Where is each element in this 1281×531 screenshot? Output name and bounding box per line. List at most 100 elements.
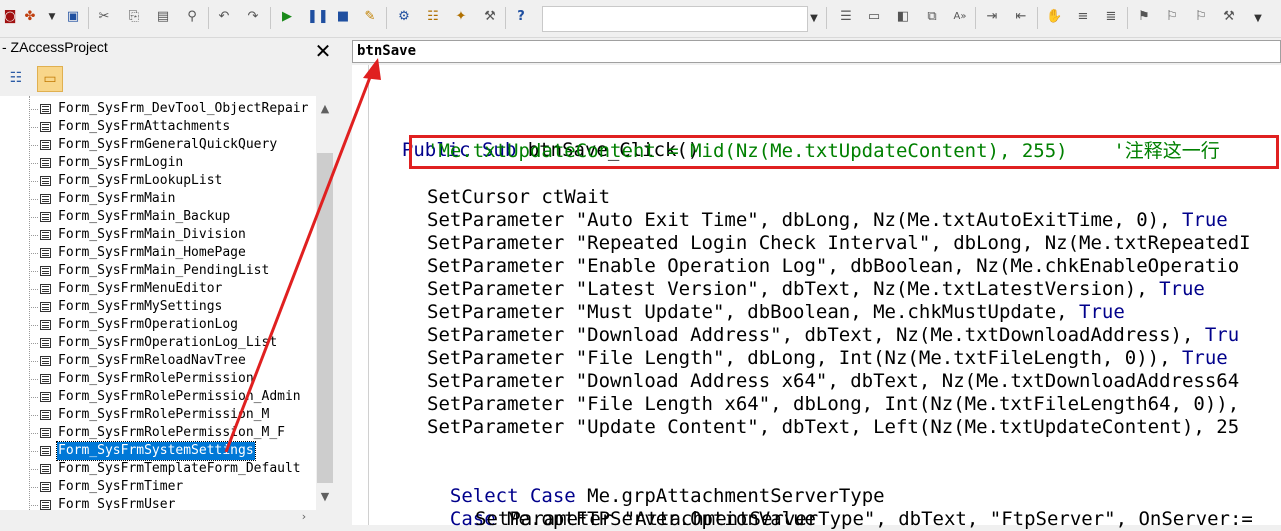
prev-bookmark-icon[interactable]: ⚐	[1193, 9, 1209, 25]
tree-item-label[interactable]: Form_SysFrmRolePermission	[57, 370, 255, 388]
help-icon[interactable]: ?	[513, 9, 529, 25]
tree-item[interactable]: Form_SysFrmMySettings	[0, 298, 316, 316]
quick-info-icon[interactable]: ◧	[895, 9, 911, 25]
tree-connector	[29, 325, 38, 326]
insert-dropdown-icon[interactable]: ▼	[44, 9, 60, 25]
tree-item-label[interactable]: Form_SysFrmOperationLog	[57, 316, 239, 334]
outdent-icon[interactable]: ⇤	[1013, 9, 1029, 25]
tree-item-label[interactable]: Form_SysFrmLogin	[57, 154, 184, 172]
reset-icon[interactable]: ■	[335, 9, 351, 25]
tree-item-label[interactable]: Form_SysFrmMain_Division	[57, 226, 247, 244]
tree-horizontal-scrollbar[interactable]	[0, 510, 316, 525]
tree-item[interactable]: Form_SysFrmOperationLog_List	[0, 334, 316, 352]
comment-block-icon[interactable]: ≡	[1075, 9, 1091, 25]
access-icon[interactable]: ◙	[2, 9, 18, 25]
bookmark-icon[interactable]: ⚑	[1136, 9, 1152, 25]
form-icon	[40, 302, 51, 312]
tree-item-label[interactable]: Form_SysFrmMain_Backup	[57, 208, 231, 226]
clear-bookmarks-icon[interactable]: ⚒	[1221, 9, 1237, 25]
tree-item[interactable]: Form_SysFrmRolePermission_M	[0, 406, 316, 424]
paste-icon[interactable]: ▤	[155, 9, 171, 25]
tree-item-label[interactable]: Form_SysFrm_DevTool_ObjectRepair	[57, 100, 309, 118]
tree-item-label[interactable]: Form_SysFrmRolePermission_M_F	[57, 424, 286, 442]
undo-icon[interactable]: ↶	[216, 9, 232, 25]
design-mode-icon[interactable]: ✎	[362, 9, 378, 25]
break-icon[interactable]: ❚❚	[307, 9, 329, 25]
tree-item-label[interactable]: Form_SysFrmOperationLog_List	[57, 334, 278, 352]
tree-item[interactable]: Form_SysFrmOperationLog	[0, 316, 316, 334]
properties-icon[interactable]: ☷	[425, 9, 441, 25]
toggle-breakpoint-icon[interactable]: ✋	[1046, 9, 1062, 25]
tree-item[interactable]: Form_SysFrmRolePermission_Admin	[0, 388, 316, 406]
panel-splitter[interactable]	[338, 38, 346, 525]
tree-item[interactable]: Form_SysFrmLookupList	[0, 172, 316, 190]
scroll-right-icon[interactable]: ›	[296, 509, 312, 525]
scroll-down-icon[interactable]: ▼	[316, 488, 334, 506]
tree-item-label[interactable]: Form_SysFrmRolePermission_M	[57, 406, 270, 424]
tree-item-label[interactable]: Form_SysFrmMySettings	[57, 298, 223, 316]
tree-item[interactable]: Form_SysFrmGeneralQuickQuery	[0, 136, 316, 154]
form-icon	[40, 392, 51, 402]
uncomment-block-icon[interactable]: ≣	[1103, 9, 1119, 25]
save-icon[interactable]: ▣	[65, 9, 81, 25]
form-icon	[40, 374, 51, 384]
toolbox-icon[interactable]: ⚒	[482, 9, 498, 25]
tree-item[interactable]: Form_SysFrmTimer	[0, 478, 316, 496]
tree-item-label[interactable]: Form_SysFrmGeneralQuickQuery	[57, 136, 278, 154]
scrollbar-thumb[interactable]	[317, 153, 333, 483]
tree-item-label[interactable]: Form_SysFrmRolePermission_Admin	[57, 388, 302, 406]
list-constants-icon[interactable]: ▭	[866, 9, 882, 25]
tree-item[interactable]: Form_SysFrmMain	[0, 190, 316, 208]
tree-item[interactable]: Form_SysFrmRolePermission_M_F	[0, 424, 316, 442]
tree-item[interactable]: Form_SysFrm_DevTool_ObjectRepair	[0, 100, 316, 118]
cut-icon[interactable]: ✂	[96, 9, 112, 25]
tree-item[interactable]: Form_SysFrmRolePermission	[0, 370, 316, 388]
tree-item[interactable]: Form_SysFrmTemplateForm_Default	[0, 460, 316, 478]
complete-word-icon[interactable]: A»	[952, 9, 968, 25]
tree-item-label[interactable]: Form_SysFrmMain_HomePage	[57, 244, 247, 262]
tree-item[interactable]: Form_SysFrmMain_Division	[0, 226, 316, 244]
tree-item[interactable]: Form_SysFrmMain_PendingList	[0, 262, 316, 280]
redo-icon[interactable]: ↷	[245, 9, 261, 25]
tree-item-label[interactable]: Form_SysFrmSystemSettings	[56, 441, 256, 461]
tree-item[interactable]: Form_SysFrmMain_HomePage	[0, 244, 316, 262]
tree-item-label[interactable]: Form_SysFrmTimer	[57, 478, 184, 496]
insert-icon[interactable]: ✤	[22, 9, 38, 25]
toggle-folders-icon[interactable]: ▭	[37, 66, 63, 92]
tree-connector	[29, 451, 38, 452]
tree-item[interactable]: Form_SysFrmSystemSettings	[0, 441, 316, 461]
tree-item-label[interactable]: Form_SysFrmMain	[57, 190, 176, 208]
tree-item[interactable]: Form_SysFrmReloadNavTree	[0, 352, 316, 370]
parameter-info-icon[interactable]: ⧉	[924, 9, 940, 25]
close-icon[interactable]: ✕	[312, 40, 334, 62]
tree-item[interactable]: Form_SysFrmMenuEditor	[0, 280, 316, 298]
list-properties-icon[interactable]: ☰	[838, 9, 854, 25]
tree-item-label[interactable]: Form_SysFrmMenuEditor	[57, 280, 223, 298]
indent-icon[interactable]: ⇥	[984, 9, 1000, 25]
chevron-down-icon[interactable]: ▼	[807, 6, 821, 32]
next-bookmark-icon[interactable]: ⚐	[1164, 9, 1180, 25]
tree-item[interactable]: Form_SysFrmMain_Backup	[0, 208, 316, 226]
project-tree[interactable]: Form_SysFrm_DevTool_ObjectRepair Form_Sys…	[0, 96, 316, 512]
form-icon	[40, 356, 51, 366]
copy-icon[interactable]: ⎘	[126, 9, 142, 25]
project-explorer-icon[interactable]: ⚙	[396, 9, 412, 25]
tree-connector	[29, 271, 38, 272]
view-object-icon[interactable]: ☷	[4, 66, 28, 90]
find-icon[interactable]: ⚲	[184, 9, 200, 25]
tree-item[interactable]: Form_SysFrmLogin	[0, 154, 316, 172]
tree-connector	[29, 289, 38, 290]
tree-item-label[interactable]: Form_SysFrmReloadNavTree	[57, 352, 247, 370]
location-combo[interactable]	[542, 6, 808, 32]
tree-connector	[29, 379, 38, 380]
object-combo[interactable]	[352, 40, 1281, 63]
tree-item-label[interactable]: Form_SysFrmAttachments	[57, 118, 231, 136]
run-icon[interactable]: ▶	[279, 9, 295, 25]
tree-item[interactable]: Form_SysFrmAttachments	[0, 118, 316, 136]
tree-item-label[interactable]: Form_SysFrmTemplateForm_Default	[57, 460, 302, 478]
scroll-up-icon[interactable]: ▲	[316, 100, 334, 118]
tree-item-label[interactable]: Form_SysFrmMain_PendingList	[57, 262, 270, 280]
toolbar-options-icon[interactable]: ▼	[1250, 6, 1266, 32]
tree-item-label[interactable]: Form_SysFrmLookupList	[57, 172, 223, 190]
object-browser-icon[interactable]: ✦	[453, 9, 469, 25]
